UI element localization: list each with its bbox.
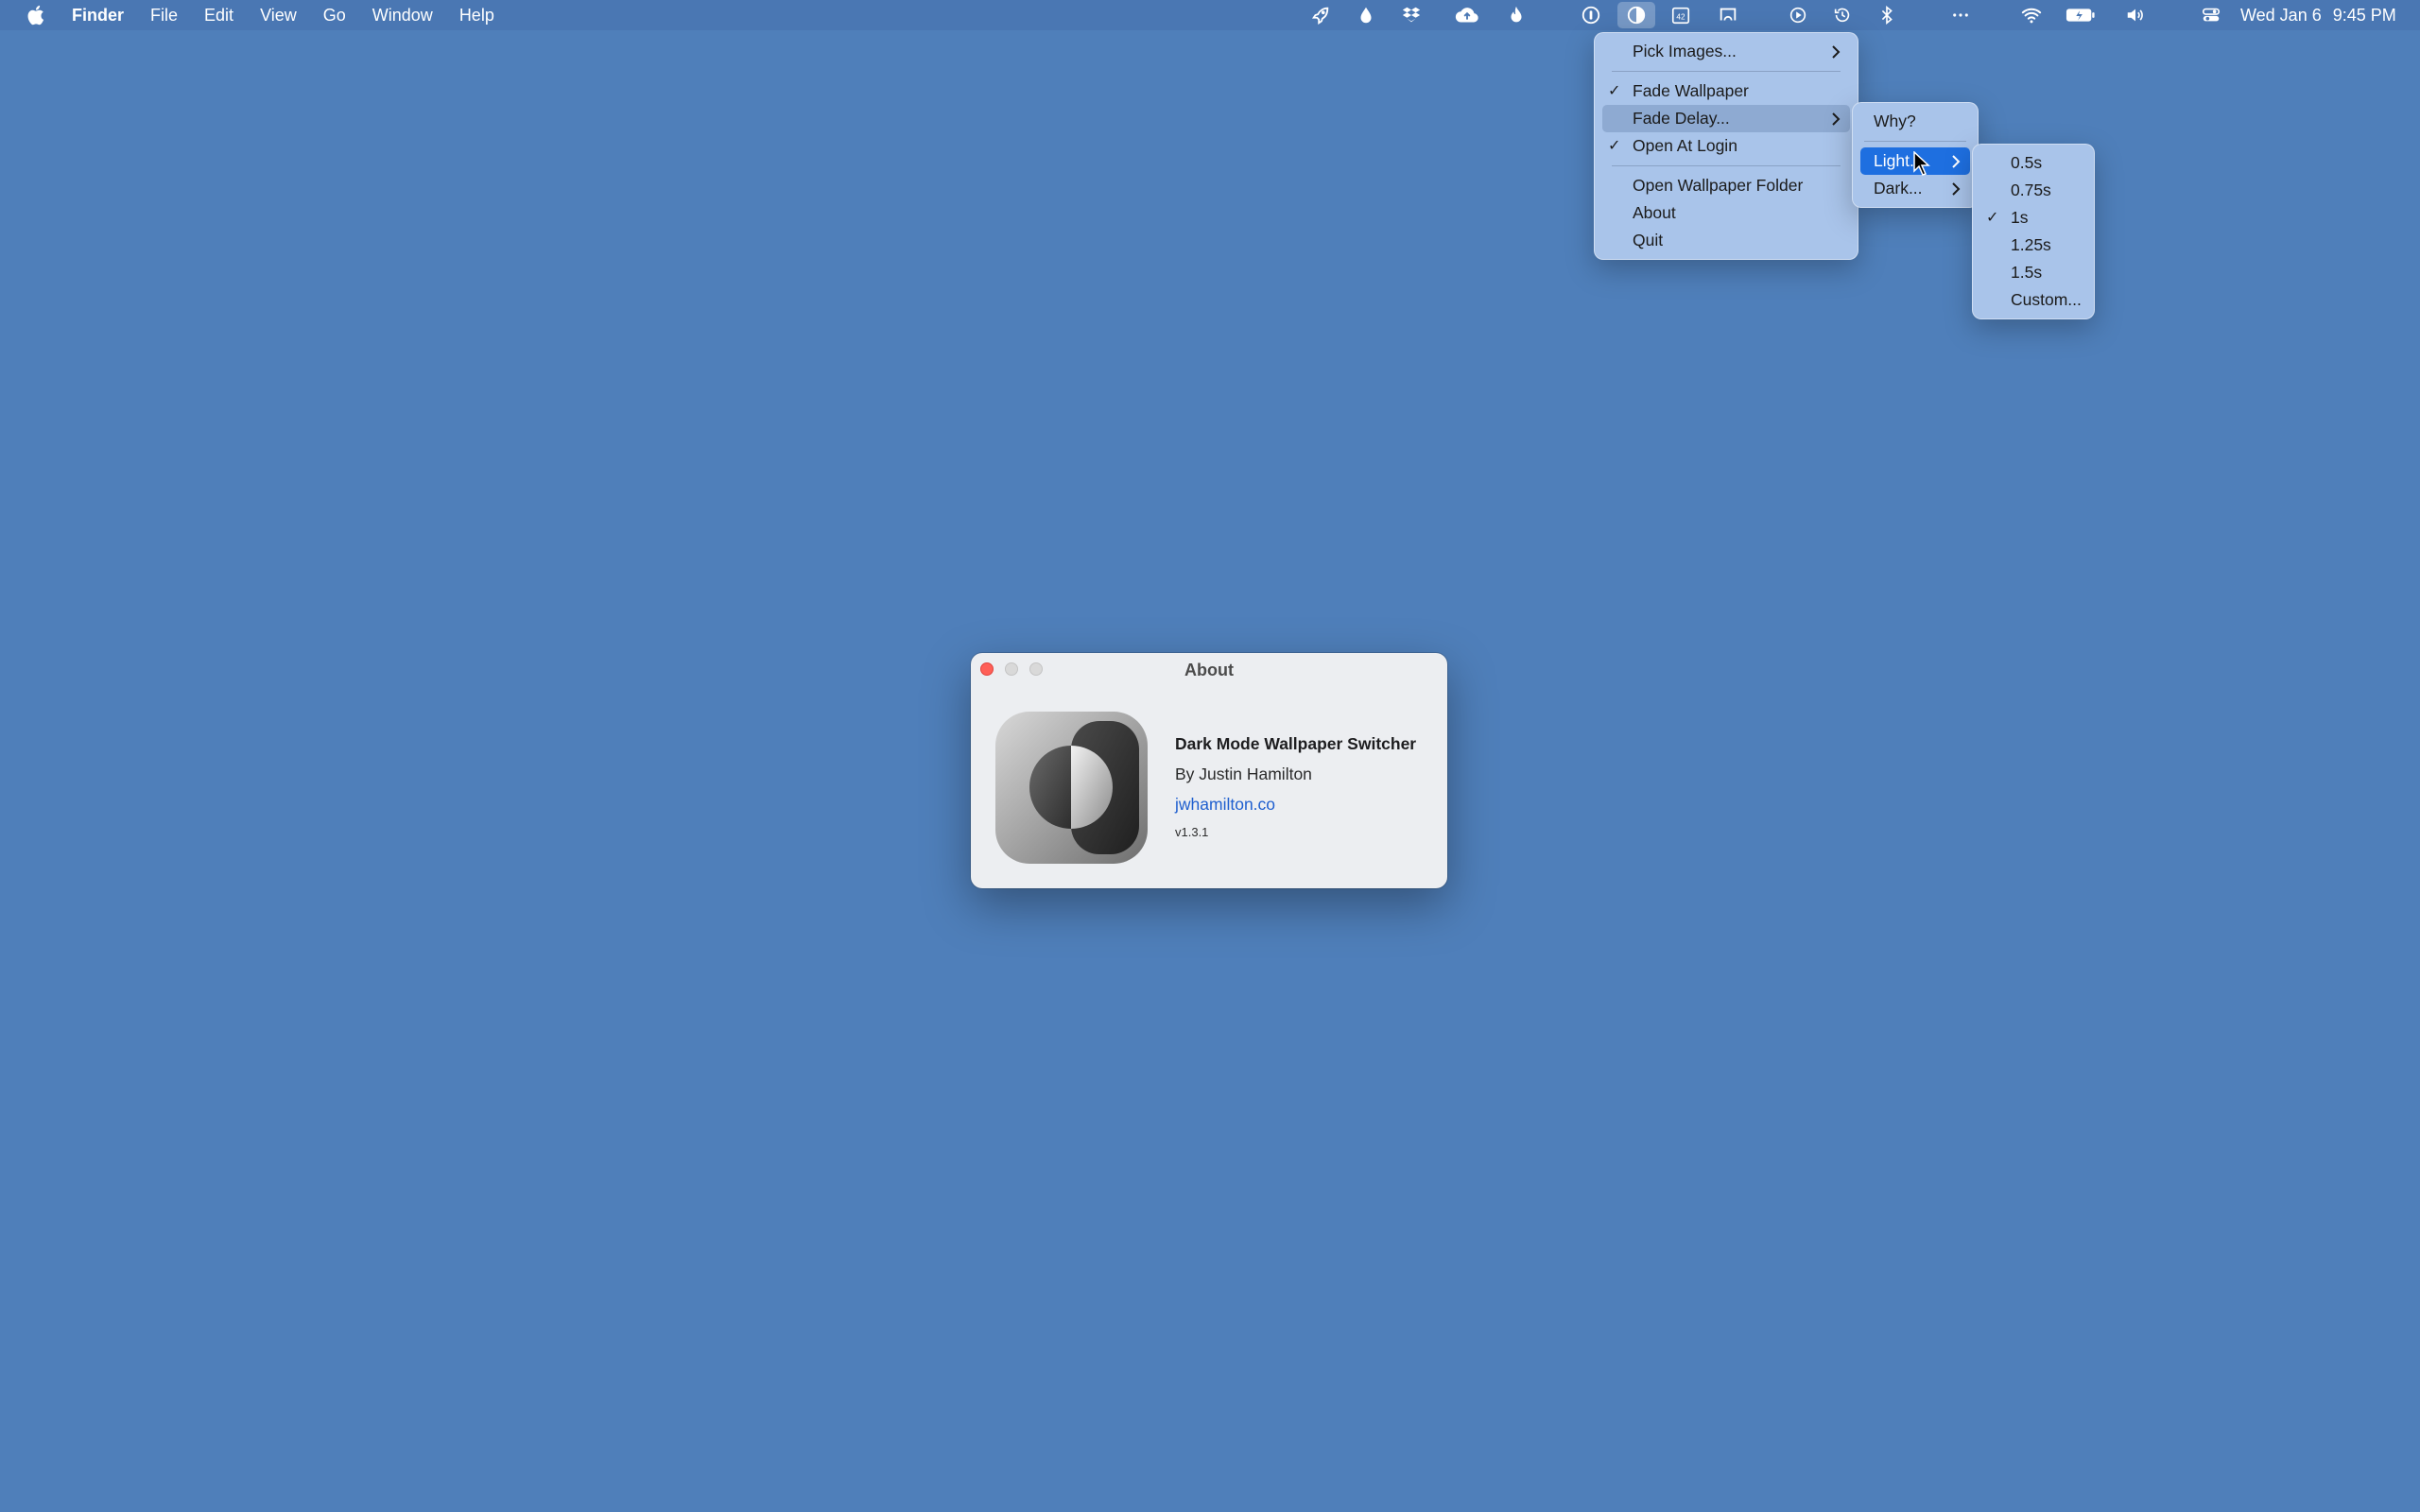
menu-item-label: Why? bbox=[1874, 112, 1916, 130]
website-link[interactable]: jwhamilton.co bbox=[1175, 795, 1275, 815]
menu-item-delay-custom[interactable]: Custom... bbox=[1980, 286, 2086, 314]
menu-item-delay-1-25s[interactable]: 1.25s bbox=[1980, 232, 2086, 259]
menu-help[interactable]: Help bbox=[446, 0, 508, 30]
menu-finder[interactable]: Finder bbox=[72, 0, 137, 30]
dropbox-icon[interactable] bbox=[1400, 4, 1423, 26]
menu-item-label: Dark... bbox=[1874, 179, 1923, 198]
app-version: v1.3.1 bbox=[1175, 825, 1209, 839]
menu-item-why[interactable]: Why? bbox=[1860, 108, 1970, 135]
menu-item-label: About bbox=[1633, 203, 1676, 222]
chevron-right-icon bbox=[1831, 38, 1841, 65]
play-icon[interactable] bbox=[1787, 4, 1809, 26]
cloud-upload-icon[interactable] bbox=[1452, 4, 1482, 26]
app-icon bbox=[995, 712, 1148, 864]
menu-item-label: Fade Wallpaper bbox=[1633, 81, 1749, 100]
menu-separator bbox=[1612, 165, 1841, 166]
menu-item-label: Open Wallpaper Folder bbox=[1633, 176, 1804, 195]
screen-mirroring-icon[interactable] bbox=[1717, 4, 1739, 26]
menu-view[interactable]: View bbox=[247, 0, 310, 30]
menu-item-about[interactable]: About bbox=[1602, 199, 1850, 227]
bluetooth-icon[interactable] bbox=[1876, 4, 1898, 26]
mouse-cursor-icon bbox=[1913, 150, 1930, 176]
chevron-right-icon bbox=[1951, 147, 1961, 175]
menu-item-label: 1s bbox=[2011, 208, 2029, 227]
menu-item-label: 1.5s bbox=[2011, 263, 2043, 282]
menu-item-label: Quit bbox=[1633, 231, 1664, 249]
flame-icon[interactable] bbox=[1505, 4, 1528, 26]
menu-item-fade-wallpaper[interactable]: ✓ Fade Wallpaper bbox=[1602, 77, 1850, 105]
menu-item-label: Custom... bbox=[2011, 290, 2082, 309]
menu-item-pick-images[interactable]: Pick Images... bbox=[1602, 38, 1850, 65]
drop-icon[interactable] bbox=[1355, 4, 1377, 26]
menu-item-open-wallpaper-folder[interactable]: Open Wallpaper Folder bbox=[1602, 172, 1850, 199]
menu-item-fade-delay[interactable]: Fade Delay... bbox=[1602, 105, 1850, 132]
menu-item-quit[interactable]: Quit bbox=[1602, 227, 1850, 254]
dark-mode-switcher-menu: Pick Images... ✓ Fade Wallpaper Fade Del… bbox=[1594, 32, 1858, 260]
menu-separator bbox=[1864, 141, 1966, 142]
app-author: By Justin Hamilton bbox=[1175, 765, 1312, 783]
window-title: About bbox=[1184, 661, 1234, 679]
menu-item-delay-1-5s[interactable]: 1.5s bbox=[1980, 259, 2086, 286]
menu-item-label: 1.25s bbox=[2011, 235, 2051, 254]
rocket-icon[interactable] bbox=[1309, 4, 1332, 26]
menu-item-label: 0.5s bbox=[2011, 153, 2043, 172]
menu-window[interactable]: Window bbox=[359, 0, 446, 30]
more-icon[interactable] bbox=[1947, 4, 1974, 26]
app-name: Dark Mode Wallpaper Switcher bbox=[1175, 734, 1417, 753]
menu-item-delay-0-75s[interactable]: 0.75s bbox=[1980, 177, 2086, 204]
menu-item-delay-1s[interactable]: ✓ 1s bbox=[1980, 204, 2086, 232]
dark-mode-switcher-icon[interactable] bbox=[1617, 2, 1655, 28]
chevron-right-icon bbox=[1951, 175, 1961, 202]
svg-text:42: 42 bbox=[1676, 13, 1685, 22]
menu-item-open-at-login[interactable]: ✓ Open At Login bbox=[1602, 132, 1850, 160]
volume-icon[interactable] bbox=[2124, 4, 2147, 26]
about-window: About Dark Mode Wallpaper Switcher By Ju… bbox=[971, 653, 1447, 888]
checkmark-icon: ✓ bbox=[1608, 138, 1621, 154]
menu-separator bbox=[1612, 71, 1841, 72]
clock-time: 9:45 PM bbox=[2332, 6, 2396, 25]
menu-item-label: Fade Delay... bbox=[1633, 109, 1730, 128]
menu-item-delay-0-5s[interactable]: 0.5s bbox=[1980, 149, 2086, 177]
time-machine-icon[interactable] bbox=[1831, 4, 1854, 26]
clock-date: Wed Jan 6 bbox=[2240, 6, 2322, 25]
menu-file[interactable]: File bbox=[137, 0, 191, 30]
menu-item-label: 0.75s bbox=[2011, 180, 2051, 199]
menu-edit[interactable]: Edit bbox=[191, 0, 247, 30]
chevron-right-icon bbox=[1831, 105, 1841, 132]
window-titlebar[interactable]: About bbox=[971, 653, 1447, 685]
apple-menu-icon[interactable] bbox=[26, 4, 45, 26]
wifi-icon[interactable] bbox=[2020, 4, 2043, 26]
menu-item-label: Open At Login bbox=[1633, 136, 1737, 155]
light-delay-submenu: 0.5s 0.75s ✓ 1s 1.25s 1.5s Custom... bbox=[1972, 144, 2095, 319]
menu-item-label: Pick Images... bbox=[1633, 42, 1737, 60]
control-center-icon[interactable] bbox=[2200, 4, 2222, 26]
menu-bar: Finder File Edit View Go Window Help 42 bbox=[0, 0, 2420, 30]
menu-item-dark[interactable]: Dark... bbox=[1860, 175, 1970, 202]
checkmark-icon: ✓ bbox=[1608, 83, 1621, 99]
checkmark-icon: ✓ bbox=[1986, 210, 1999, 226]
menu-go[interactable]: Go bbox=[310, 0, 359, 30]
menubar-clock[interactable]: Wed Jan 6 9:45 PM bbox=[2240, 0, 2408, 30]
battery-icon[interactable] bbox=[2065, 4, 2097, 26]
onepassword-icon[interactable] bbox=[1580, 4, 1602, 26]
calendar-42-icon[interactable]: 42 bbox=[1669, 4, 1692, 26]
